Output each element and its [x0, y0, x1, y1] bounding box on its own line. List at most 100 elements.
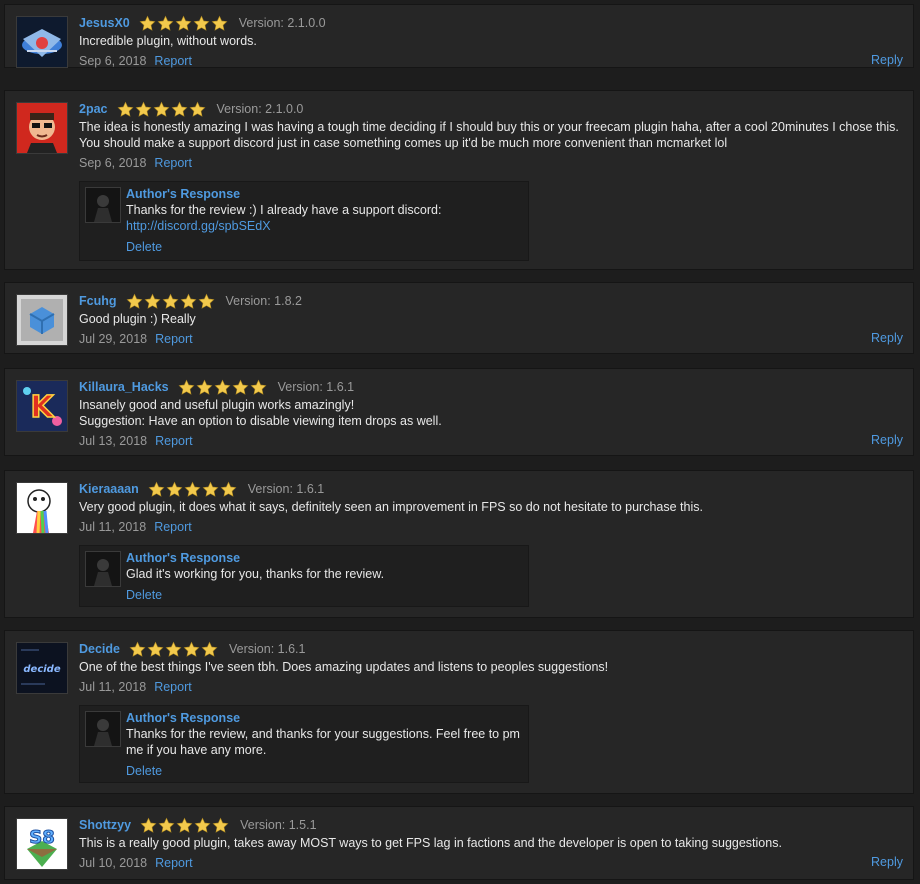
review-card: 2pac Version: 2.1.0.0 The idea is honest…	[4, 90, 914, 270]
version-label: Version: 1.6.1	[277, 380, 355, 394]
star-icon	[212, 817, 229, 834]
author-response-text: Glad it's working for you, thanks for th…	[126, 567, 385, 581]
review-text-line2: Suggestion: Have an option to disable vi…	[79, 414, 442, 428]
discord-link[interactable]: http://discord.gg/spbSEdX	[126, 218, 520, 234]
author-response-title: Author's Response	[126, 711, 241, 725]
reply-link[interactable]: Reply	[871, 855, 903, 869]
star-icon	[180, 293, 197, 310]
review-text: Incredible plugin, without words.	[79, 34, 257, 48]
star-icon	[178, 379, 195, 396]
author-response: Author's Response Thanks for the review …	[79, 181, 529, 261]
delete-response-link[interactable]: Delete	[126, 587, 520, 603]
rating-stars	[129, 641, 218, 658]
user-avatar[interactable]: K	[16, 380, 68, 432]
review-date: Jul 11, 2018	[79, 680, 147, 694]
user-avatar[interactable]	[16, 294, 68, 346]
username-link[interactable]: JesusX0	[79, 16, 130, 30]
star-icon	[232, 379, 249, 396]
review-content: 2pac Version: 2.1.0.0 The idea is honest…	[79, 99, 903, 261]
user-avatar[interactable]: decide	[16, 642, 68, 694]
author-response: Author's Response Glad it's working for …	[79, 545, 529, 607]
star-icon	[129, 641, 146, 658]
star-icon	[214, 379, 231, 396]
user-avatar[interactable]	[16, 16, 68, 68]
username-link[interactable]: Killaura_Hacks	[79, 380, 169, 394]
review-date: Sep 6, 2018	[79, 156, 147, 170]
user-avatar[interactable]: S8	[16, 818, 68, 870]
review-content: Fcuhg Version: 1.8.2 Good plugin :) Real…	[79, 291, 903, 347]
star-icon	[117, 101, 134, 118]
reply-link[interactable]: Reply	[871, 331, 903, 345]
review-card: K Killaura_Hacks Version: 1.6.1 Insanely…	[4, 368, 914, 456]
rating-stars	[126, 293, 215, 310]
star-icon	[198, 293, 215, 310]
star-icon	[220, 481, 237, 498]
star-icon	[135, 101, 152, 118]
username-link[interactable]: Fcuhg	[79, 294, 117, 308]
author-avatar[interactable]	[85, 551, 121, 587]
version-label: Version: 1.8.2	[225, 294, 302, 308]
report-link[interactable]: Report	[155, 856, 193, 870]
review-content: Kieraaaan Version: 1.6.1 Very good plugi…	[79, 479, 903, 607]
username-link[interactable]: Decide	[79, 642, 120, 656]
star-icon	[147, 641, 164, 658]
username-link[interactable]: Kieraaaan	[79, 482, 139, 496]
delete-response-link[interactable]: Delete	[126, 763, 520, 779]
version-label: Version: 2.1.0.0	[238, 16, 326, 30]
review-date: Sep 6, 2018	[79, 54, 147, 68]
username-link[interactable]: Shottzyy	[79, 818, 131, 832]
star-icon	[126, 293, 143, 310]
report-link[interactable]: Report	[154, 54, 192, 68]
svg-text:K: K	[30, 390, 55, 425]
review-card: decide Decide Version: 1.6.1 One of the …	[4, 630, 914, 794]
star-icon	[201, 641, 218, 658]
author-response-text: Thanks for the review, and thanks for yo…	[126, 727, 520, 757]
review-text: One of the best things I've seen tbh. Do…	[79, 660, 609, 674]
star-icon	[189, 101, 206, 118]
review-card: S8 Shottzyy Version: 1.5.1 This is a rea…	[4, 806, 914, 880]
author-avatar[interactable]	[85, 187, 121, 223]
star-icon	[140, 817, 157, 834]
user-avatar[interactable]	[16, 482, 68, 534]
review-text: Insanely good and useful plugin works am…	[79, 398, 355, 412]
star-icon	[165, 641, 182, 658]
review-date: Jul 10, 2018	[79, 856, 148, 870]
user-avatar[interactable]	[16, 102, 68, 154]
star-icon	[193, 15, 210, 32]
review-content: Killaura_Hacks Version: 1.6.1 Insanely g…	[79, 377, 903, 449]
version-label: Version: 1.6.1	[247, 482, 325, 496]
review-text: The idea is honestly amazing I was havin…	[79, 120, 899, 150]
report-link[interactable]: Report	[154, 680, 192, 694]
star-icon	[183, 641, 200, 658]
review-date: Jul 29, 2018	[79, 332, 148, 346]
star-icon	[162, 293, 179, 310]
delete-response-link[interactable]: Delete	[126, 239, 520, 255]
star-icon	[250, 379, 267, 396]
review-text: This is a really good plugin, takes away…	[79, 836, 782, 850]
reply-link[interactable]: Reply	[871, 433, 903, 447]
report-link[interactable]: Report	[154, 520, 192, 534]
rating-stars	[117, 101, 206, 118]
report-link[interactable]: Report	[154, 156, 192, 170]
star-icon	[148, 481, 165, 498]
author-avatar[interactable]	[85, 711, 121, 747]
review-content: JesusX0 Version: 2.1.0.0 Incredible plug…	[79, 13, 903, 69]
star-icon	[211, 15, 228, 32]
username-link[interactable]: 2pac	[79, 102, 108, 116]
report-link[interactable]: Report	[155, 434, 193, 448]
reply-link[interactable]: Reply	[871, 53, 903, 67]
star-icon	[171, 101, 188, 118]
rating-stars	[148, 481, 237, 498]
review-text: Very good plugin, it does what it says, …	[79, 500, 703, 514]
author-response-text: Thanks for the review :) I already have …	[126, 203, 442, 217]
rating-stars	[139, 15, 228, 32]
star-icon	[139, 15, 156, 32]
review-card: Kieraaaan Version: 1.6.1 Very good plugi…	[4, 470, 914, 618]
report-link[interactable]: Report	[155, 332, 193, 346]
star-icon	[175, 15, 192, 32]
author-response-title: Author's Response	[126, 187, 241, 201]
star-icon	[153, 101, 170, 118]
version-label: Version: 1.6.1	[229, 642, 306, 656]
author-response-title: Author's Response	[126, 551, 241, 565]
star-icon	[202, 481, 219, 498]
